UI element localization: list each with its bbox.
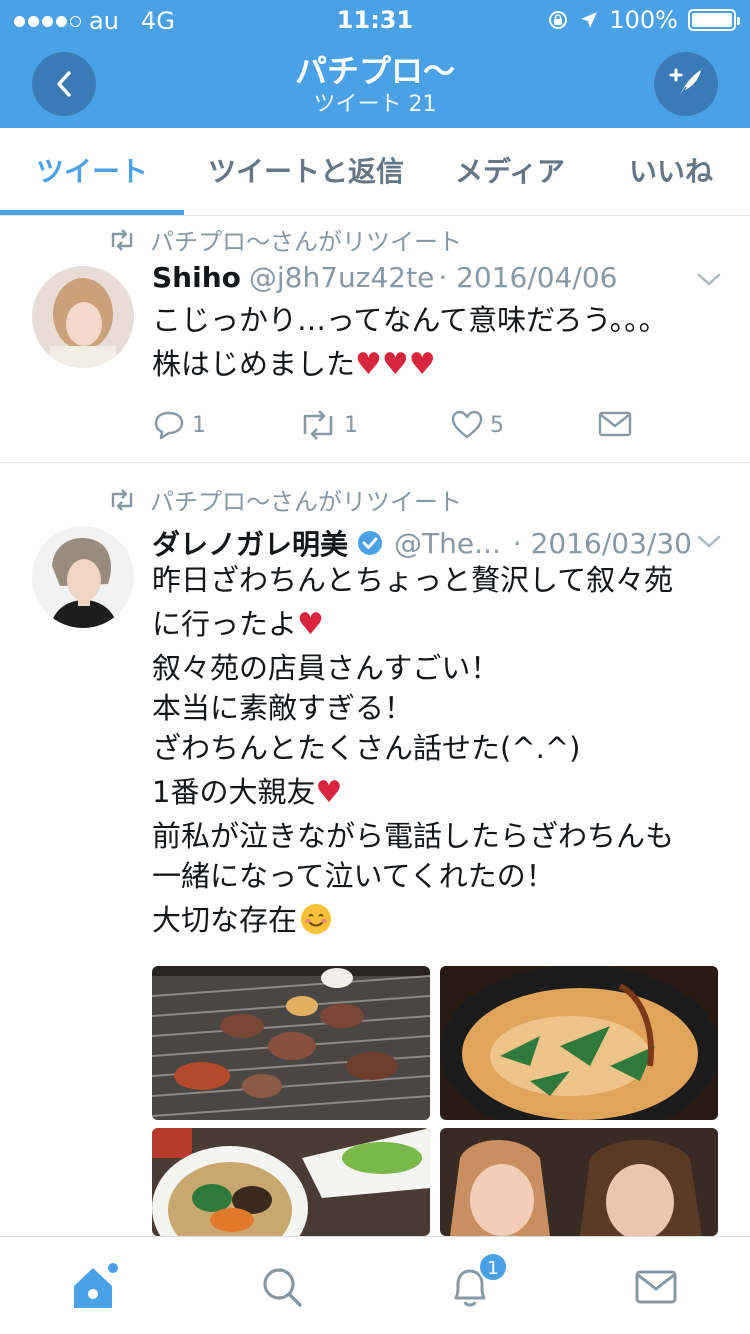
retweet-context-label: パチプロ〜さんがリツイート: [150, 488, 462, 516]
tweet-text-line-with-emoji: に行ったよ♥: [152, 604, 324, 645]
quill-plus-icon: [669, 68, 701, 99]
tweet-text-line: 株はじめました: [152, 347, 356, 381]
tweet-text-line: 昨日ざわちんとちょっと贅沢して叙々苑: [152, 563, 674, 597]
tweet-text-line: 一緒になって泣いてくれたの！: [152, 859, 555, 893]
tab-tweets-and-replies[interactable]: ツイートと返信: [184, 128, 428, 216]
tweet-text-line-with-emoji: 1番の大親友♥: [152, 772, 342, 813]
retweet-icon: [303, 410, 333, 440]
author-name[interactable]: ダレノガレ明美: [152, 523, 348, 563]
tweet-text-line: ざわちんとたくさん話せた(^.^): [152, 731, 581, 765]
tab-tweets[interactable]: ツイート: [0, 128, 184, 216]
retweet-button[interactable]: 1: [298, 410, 358, 440]
search-tab[interactable]: [252, 1257, 312, 1317]
tweet-text-line: 叙々苑の店員さんすごい！: [152, 651, 500, 685]
search-icon: [263, 1268, 302, 1307]
messages-tab[interactable]: [626, 1257, 686, 1317]
tweet-date: · 2016/03/30: [512, 526, 692, 560]
tweet-photo-selfie[interactable]: [440, 1128, 718, 1236]
tweet-text-line: こじっかり…ってなんて意味だろう。。。: [152, 303, 668, 337]
retweet-context: パチプロ〜さんがリツイート: [108, 482, 462, 517]
tweet-count: ツイート 21: [313, 92, 437, 117]
status-right: 100%: [547, 6, 740, 34]
battery-label: 100%: [609, 6, 678, 34]
battery-icon: [688, 9, 740, 31]
tweet-photo-grilled-meat[interactable]: [152, 966, 430, 1120]
orientation-lock-icon: [549, 11, 568, 29]
tweet-text-line: に行ったよ: [152, 607, 298, 641]
chevron-down-icon[interactable]: [696, 534, 722, 550]
active-tab-indicator: [0, 210, 184, 215]
red-heart-emoji-icon: ♥: [315, 775, 343, 810]
retweet-icon: [111, 228, 133, 251]
red-heart-emoji-icon: ♥: [297, 607, 324, 642]
compose-tweet-button[interactable]: [654, 52, 718, 116]
tweet-text-line-with-emoji: 株はじめました♥♥♥: [152, 344, 436, 385]
status-bar: au 4G 11:31 100%: [0, 0, 750, 40]
retweet-icon: [111, 488, 133, 511]
author-name[interactable]: Shiho: [152, 261, 241, 294]
profile-header: au 4G 11:31 100% パチプロ〜 ツイート 21: [0, 0, 750, 128]
profile-tabs: ツイート ツイートと返信 メディア いいね: [0, 128, 750, 216]
envelope-icon: [635, 1270, 677, 1304]
reply-count: 1: [192, 412, 206, 438]
tweet-text-line: 大切な存在: [152, 903, 298, 937]
author-handle[interactable]: @j8h7uz42te: [249, 261, 434, 294]
direct-message-button[interactable]: [598, 410, 632, 438]
author-handle[interactable]: @The...: [394, 527, 501, 560]
tweet-photo-soup[interactable]: [440, 966, 718, 1120]
home-icon: [74, 1263, 118, 1308]
like-count: 5: [490, 412, 504, 438]
chevron-down-icon[interactable]: [696, 272, 722, 288]
envelope-icon: [598, 411, 632, 437]
tweet-divider: [0, 462, 750, 463]
smiling-face-emoji-icon: [301, 904, 332, 934]
red-heart-emoji-icon: ♥♥♥: [355, 347, 436, 382]
notification-badge: 1: [478, 1252, 508, 1282]
tweet-text-line: 本当に素敵すぎる！: [152, 691, 414, 725]
verified-badge-icon: [358, 531, 383, 555]
retweet-count: 1: [344, 412, 358, 438]
location-icon: [581, 12, 598, 28]
reply-button[interactable]: 1: [152, 410, 206, 440]
retweet-context-label: パチプロ〜さんがリツイート: [150, 228, 462, 256]
reply-icon: [154, 411, 184, 440]
tweet-photo-bibimbap[interactable]: [152, 1128, 430, 1236]
tweet-author-line: Shiho @j8h7uz42te · 2016/04/06: [152, 261, 618, 294]
bottom-tab-bar: [0, 1236, 750, 1334]
tweet-date: · 2016/04/06: [438, 261, 618, 294]
avatar[interactable]: [32, 526, 134, 628]
retweet-context: パチプロ〜さんがリツイート: [108, 222, 462, 257]
tweet-text-line-with-emoji: 大切な存在: [152, 900, 333, 940]
avatar[interactable]: [32, 266, 134, 368]
tweet-text-line: 1番の大親友: [152, 775, 316, 809]
heart-icon: [451, 410, 483, 439]
tab-likes[interactable]: いいね: [592, 128, 750, 216]
tab-media[interactable]: メディア: [428, 128, 592, 216]
like-button[interactable]: 5: [450, 410, 504, 440]
tweet-actions: 1 1 5: [152, 410, 632, 444]
home-tab[interactable]: [64, 1257, 124, 1317]
tweet-text-line: 前私が泣きながら電話したらざわちんも: [152, 819, 675, 853]
tweet-author-line: ダレノガレ明美 @The... · 2016/03/30: [152, 523, 692, 563]
